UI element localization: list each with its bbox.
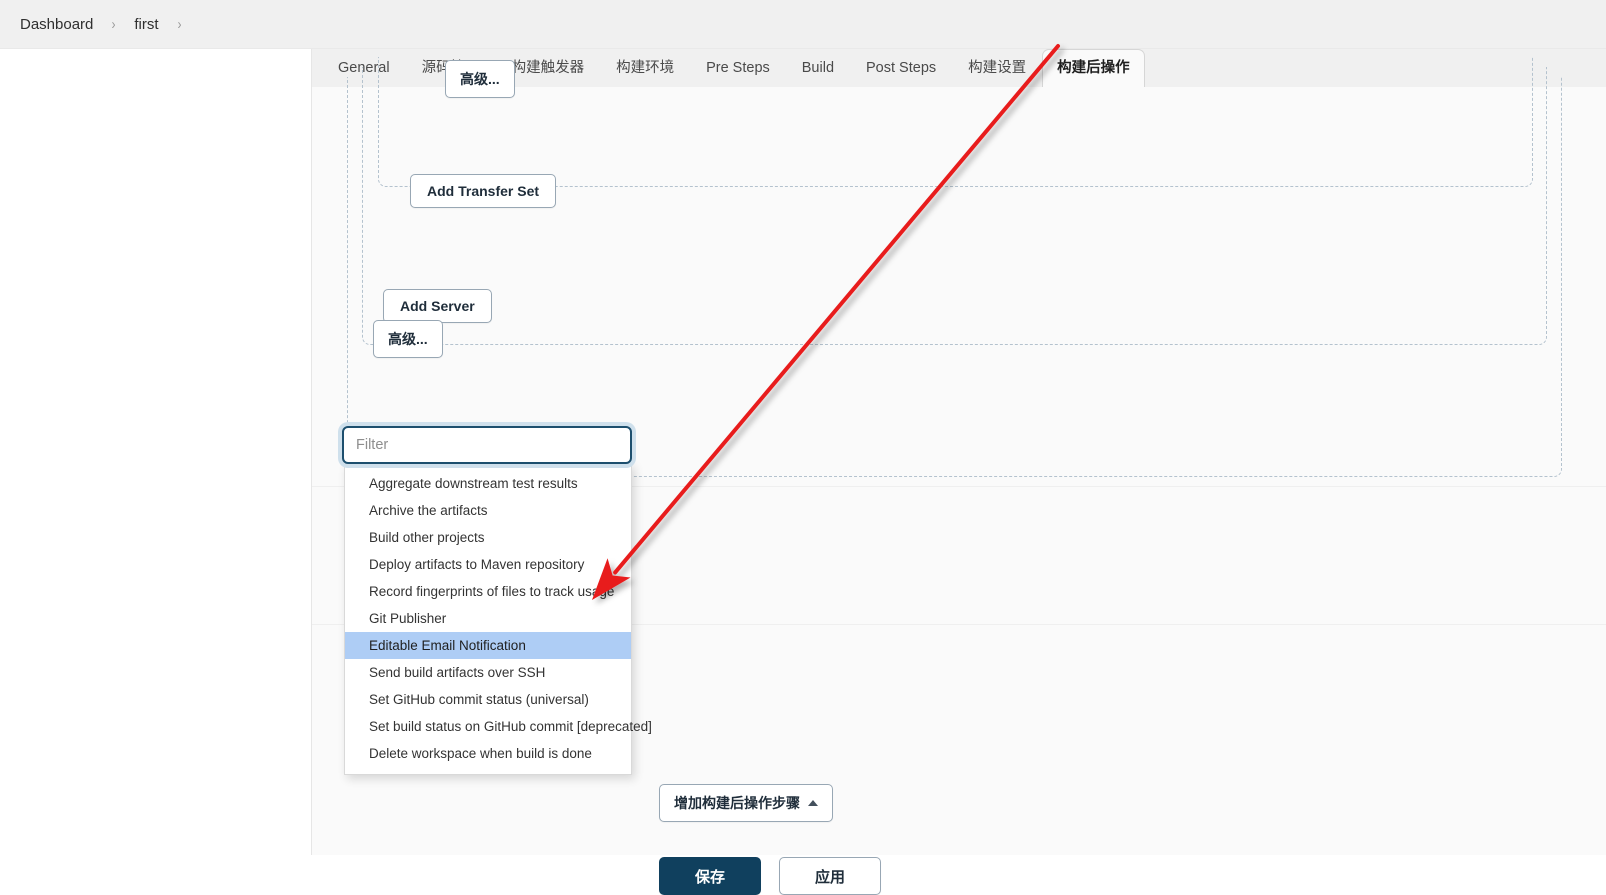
- config-content: 高级... Add Transfer Set Add Server 高级... …: [312, 57, 1606, 895]
- add-transfer-set-button[interactable]: Add Transfer Set: [410, 174, 557, 208]
- breadcrumb-item-first[interactable]: first: [130, 16, 162, 33]
- add-post-build-step-button[interactable]: 增加构建后操作步骤: [659, 784, 833, 822]
- breadcrumb: Dashboard › first ›: [0, 0, 1606, 49]
- dropdown-item-set-build-status-on-github-commit[interactable]: Set build status on GitHub commit [depre…: [345, 713, 652, 740]
- advanced-top-button[interactable]: 高级...: [445, 60, 515, 98]
- advanced-bottom-button[interactable]: 高级...: [373, 320, 443, 358]
- dropdown-item-archive-the-artifacts[interactable]: Archive the artifacts: [345, 497, 631, 524]
- ssh-publisher-outer-block: 高级... Add Transfer Set Add Server 高级...: [347, 57, 1562, 477]
- dropdown-item-editable-email-notification[interactable]: Editable Email Notification: [345, 632, 631, 659]
- ssh-server-block: 高级... Add Transfer Set: [362, 57, 1547, 345]
- transfer-set-block: 高级...: [378, 57, 1533, 187]
- dropdown-item-send-build-artifacts-over-ssh[interactable]: Send build artifacts over SSH: [345, 659, 631, 686]
- dropdown-item-delete-workspace-when-build-is-done[interactable]: Delete workspace when build is done: [345, 740, 631, 767]
- chevron-up-icon: [808, 800, 818, 806]
- dropdown-item-aggregate-downstream-test-results[interactable]: Aggregate downstream test results: [345, 470, 631, 497]
- post-build-action-picker: Aggregate downstream test results Archiv…: [342, 426, 652, 775]
- dropdown-item-deploy-artifacts-to-maven-repository[interactable]: Deploy artifacts to Maven repository: [345, 551, 631, 578]
- job-config-panel: General 源码管理 构建触发器 构建环境 Pre Steps Build …: [311, 49, 1606, 895]
- dropdown-item-set-github-commit-status-universal[interactable]: Set GitHub commit status (universal): [345, 686, 631, 713]
- breadcrumb-separator-icon: ›: [111, 15, 116, 33]
- apply-button[interactable]: 应用: [779, 857, 881, 895]
- save-button[interactable]: 保存: [659, 857, 761, 895]
- post-build-action-dropdown: Aggregate downstream test results Archiv…: [344, 463, 652, 775]
- add-server-button[interactable]: Add Server: [383, 289, 492, 323]
- dropdown-item-record-fingerprints-of-files[interactable]: Record fingerprints of files to track us…: [345, 578, 631, 605]
- filter-input[interactable]: [356, 437, 618, 453]
- dropdown-item-git-publisher[interactable]: Git Publisher: [345, 605, 631, 632]
- breadcrumb-separator-icon: ›: [177, 15, 182, 33]
- filter-field[interactable]: [342, 426, 632, 464]
- form-actions: 保存 应用: [659, 857, 881, 895]
- dropdown-item-build-other-projects[interactable]: Build other projects: [345, 524, 631, 551]
- breadcrumb-item-dashboard[interactable]: Dashboard: [16, 16, 97, 33]
- add-post-build-step-label: 增加构建后操作步骤: [674, 795, 800, 811]
